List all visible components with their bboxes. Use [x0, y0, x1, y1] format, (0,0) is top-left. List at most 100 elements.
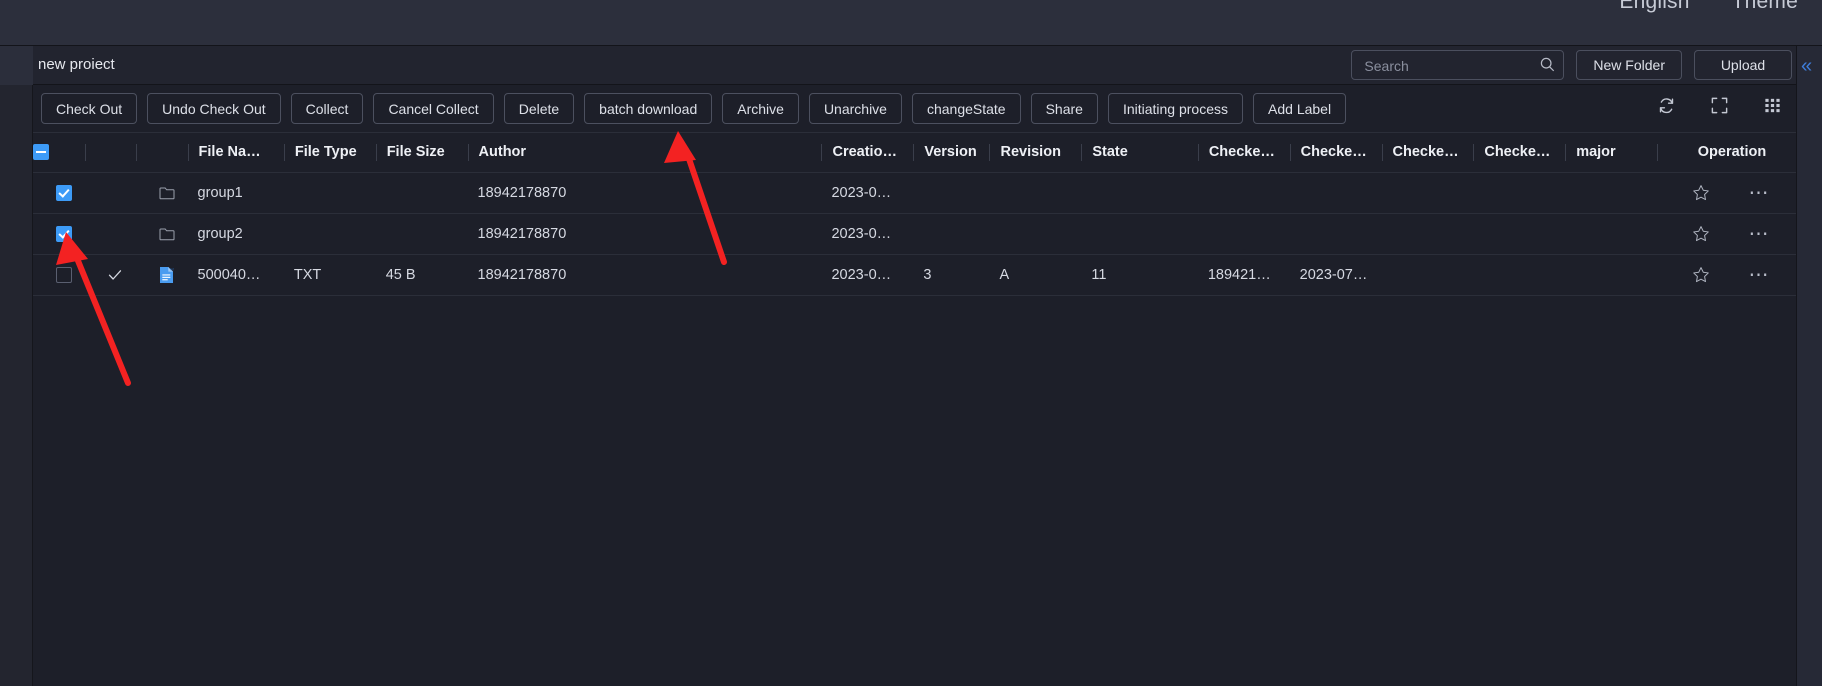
column-header-file-size[interactable]: File Size — [375, 133, 468, 173]
cell-revision — [989, 172, 1082, 214]
txt-file-icon: TXT — [160, 266, 174, 283]
table-header-row: File Na… File Type File Size Author Crea… — [33, 133, 1796, 173]
table-row[interactable]: group1 18942178870 2023-0… ⋯ — [33, 172, 1796, 214]
left-sidebar-rail-header — [0, 46, 33, 85]
delete-button[interactable]: Delete — [503, 93, 575, 124]
panel-header-controls: New Folder Upload — [1351, 50, 1792, 81]
row-more-actions-icon[interactable]: ⋯ — [1749, 224, 1771, 244]
theme-selector[interactable]: Theme — [1732, 0, 1798, 14]
favorite-star-icon[interactable] — [1692, 225, 1710, 243]
favorite-star-icon[interactable] — [1692, 266, 1710, 284]
row-icon-cell: TXT — [136, 254, 188, 296]
undo-check-out-button[interactable]: Undo Check Out — [147, 93, 281, 124]
refresh-icon[interactable] — [1657, 96, 1676, 115]
collapse-panel-icon[interactable]: « — [1801, 56, 1812, 76]
column-header-checked-4[interactable]: Checke… — [1473, 133, 1566, 173]
column-header-state[interactable]: State — [1081, 133, 1198, 173]
column-header-revision[interactable]: Revision — [989, 133, 1082, 173]
share-button[interactable]: Share — [1030, 93, 1098, 124]
cell-version — [913, 213, 990, 255]
cell-revision — [989, 213, 1082, 255]
cell-version: 3 — [913, 254, 990, 296]
new-folder-button[interactable]: New Folder — [1576, 50, 1682, 80]
top-bar-actions: English Theme — [1619, 0, 1798, 14]
change-state-button[interactable]: changeState — [911, 93, 1021, 124]
cell-version — [913, 172, 990, 214]
favorite-star-icon[interactable] — [1692, 184, 1710, 202]
cell-checked-3 — [1381, 172, 1474, 214]
search-box[interactable] — [1351, 50, 1565, 81]
initiating-process-button[interactable]: Initiating process — [1107, 93, 1244, 124]
column-header-checked-1[interactable]: Checke… — [1197, 133, 1290, 173]
page-title: new proiect — [38, 56, 115, 73]
collect-button[interactable]: Collect — [290, 93, 364, 124]
row-checkbox[interactable] — [55, 184, 72, 201]
upload-button[interactable]: Upload — [1694, 50, 1792, 80]
column-settings-icon[interactable] — [1763, 96, 1782, 115]
cell-major — [1565, 254, 1658, 296]
row-status-cell — [84, 172, 137, 214]
checkmark-icon — [109, 269, 122, 280]
cell-file-name: group2 — [187, 213, 284, 255]
cell-checked-4 — [1473, 213, 1566, 255]
cell-major — [1565, 172, 1658, 214]
select-all-header — [33, 133, 85, 173]
cell-operation: ⋯ — [1657, 213, 1796, 255]
cell-file-type — [283, 213, 376, 255]
add-label-button[interactable]: Add Label — [1253, 93, 1347, 124]
row-more-actions-icon[interactable]: ⋯ — [1749, 265, 1771, 285]
check-out-button[interactable]: Check Out — [41, 93, 138, 124]
action-toolbar-icons — [1657, 96, 1782, 115]
table-row[interactable]: TXT 500040… TXT 45 B 18942178870 2023-0…… — [33, 254, 1796, 296]
column-header-file-name[interactable]: File Na… — [187, 133, 284, 173]
column-header-checked-2[interactable]: Checke… — [1289, 133, 1382, 173]
row-icon-cell — [136, 213, 188, 255]
cancel-collect-button[interactable]: Cancel Collect — [373, 93, 494, 124]
search-icon[interactable] — [1540, 57, 1555, 72]
cell-checked-4 — [1473, 172, 1566, 214]
column-header-author[interactable]: Author — [467, 133, 822, 173]
row-status-cell — [84, 213, 137, 255]
cell-checked-4 — [1473, 254, 1566, 296]
cell-operation: ⋯ — [1657, 254, 1796, 296]
row-checkbox[interactable] — [55, 266, 72, 283]
folder-icon — [159, 228, 175, 240]
cell-revision: A — [989, 254, 1082, 296]
file-table: File Na… File Type File Size Author Crea… — [33, 133, 1796, 296]
row-checkbox[interactable] — [55, 225, 72, 242]
language-selector[interactable]: English — [1619, 0, 1689, 14]
cell-checked-2 — [1289, 213, 1382, 255]
cell-file-name: 500040… — [187, 254, 284, 296]
column-header-file-type[interactable]: File Type — [283, 133, 376, 173]
archive-button[interactable]: Archive — [722, 93, 799, 124]
folder-icon — [159, 187, 175, 199]
cell-file-size: 45 B — [375, 254, 468, 296]
right-sidebar-rail[interactable]: « — [1796, 46, 1822, 686]
row-status-cell — [84, 254, 137, 296]
unarchive-button[interactable]: Unarchive — [808, 93, 902, 124]
panel-header: new proiect New Folder Upload — [33, 46, 1796, 85]
cell-checked-1: 189421… — [1197, 254, 1290, 296]
svg-text:TXT: TXT — [169, 267, 174, 271]
cell-creation-time: 2023-0… — [821, 172, 914, 214]
cell-creation-time: 2023-0… — [821, 254, 914, 296]
fullscreen-icon[interactable] — [1710, 96, 1729, 115]
column-header-version[interactable]: Version — [913, 133, 990, 173]
column-header-major[interactable]: major — [1565, 133, 1658, 173]
status-column-header — [84, 133, 137, 173]
left-sidebar-rail[interactable] — [0, 46, 33, 686]
column-header-creation-time[interactable]: Creatio… — [821, 133, 914, 173]
cell-major — [1565, 213, 1658, 255]
column-header-checked-3[interactable]: Checke… — [1381, 133, 1474, 173]
action-toolbar: Check Out Undo Check Out Collect Cancel … — [33, 85, 1796, 133]
cell-state — [1081, 213, 1198, 255]
row-select-cell — [33, 254, 85, 296]
search-input[interactable] — [1362, 51, 1537, 81]
batch-download-button[interactable]: batch download — [584, 93, 713, 124]
table-row[interactable]: group2 18942178870 2023-0… ⋯ — [33, 213, 1796, 255]
icon-column-header — [136, 133, 188, 173]
cell-author: 18942178870 — [467, 254, 822, 296]
row-more-actions-icon[interactable]: ⋯ — [1749, 183, 1771, 203]
select-all-checkbox[interactable] — [33, 144, 49, 161]
main-panel: new proiect New Folder Upload Check Out … — [33, 46, 1796, 686]
